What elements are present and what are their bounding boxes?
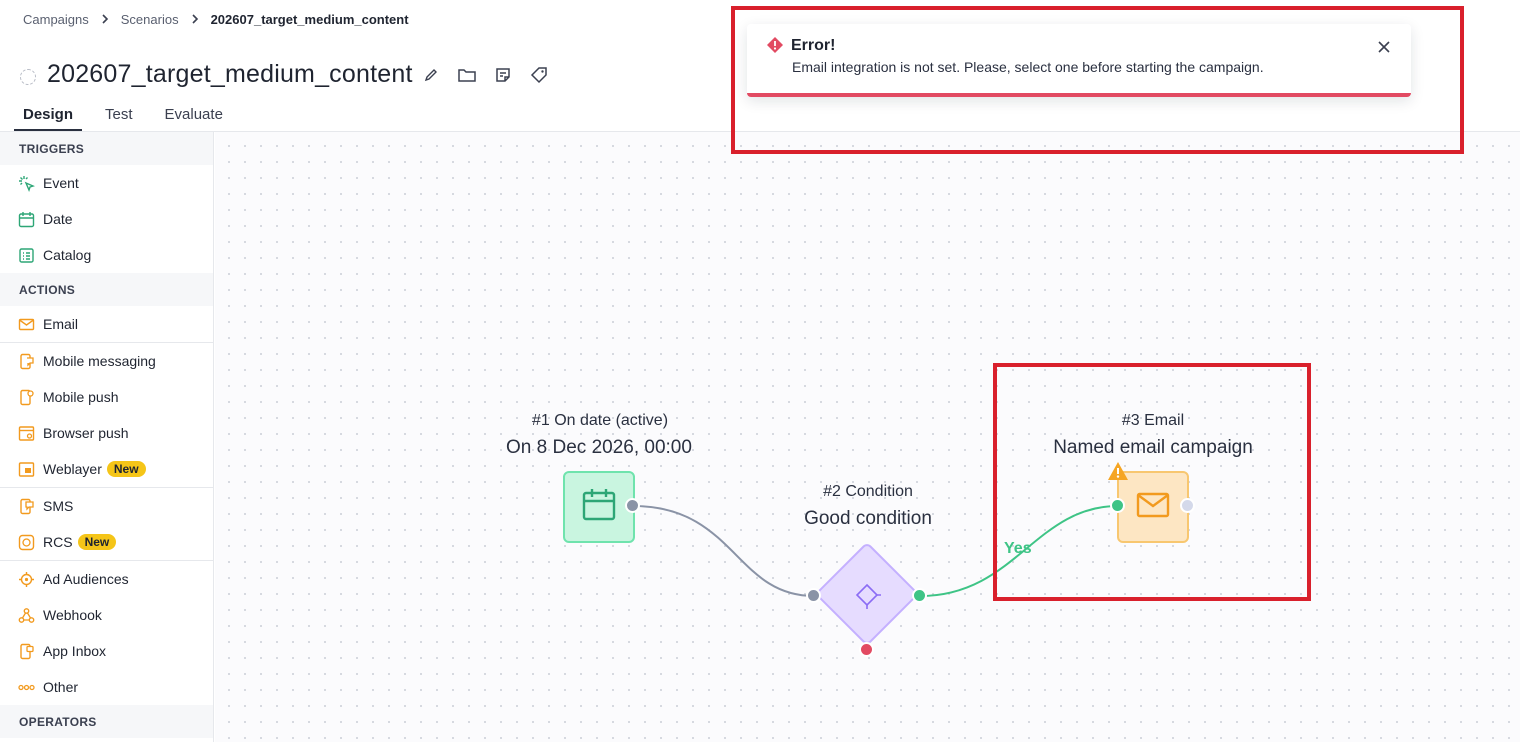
node-3-subtitle: Named email campaign: [1053, 437, 1253, 458]
node-3-input-port[interactable]: [1110, 498, 1125, 513]
note-icon[interactable]: [493, 65, 513, 85]
sidebar-item-mobile-push[interactable]: Mobile push: [0, 379, 213, 415]
tag-icon[interactable]: [529, 65, 549, 85]
section-actions: ACTIONS: [0, 273, 213, 306]
sidebar-item-label: RCS: [43, 534, 73, 550]
condition-icon: [853, 582, 881, 615]
new-badge: New: [77, 534, 117, 550]
title-actions: [421, 65, 549, 85]
node-2-yes-port[interactable]: [912, 588, 927, 603]
browser-push-icon: [18, 425, 35, 442]
status-icon: [20, 68, 36, 85]
tab-design[interactable]: Design: [14, 102, 83, 131]
other-icon: [18, 679, 35, 696]
mobile-push-icon: [18, 389, 35, 406]
node-1-title: #1 On date (active): [531, 412, 669, 429]
sidebar-item-ad-audiences[interactable]: Ad Audiences: [0, 561, 213, 597]
breadcrumb: Campaigns Scenarios 202607_target_medium…: [23, 12, 409, 27]
calendar-icon: [582, 488, 616, 527]
sidebar-item-browser-push[interactable]: Browser push: [0, 415, 213, 451]
tab-evaluate[interactable]: Evaluate: [156, 102, 232, 131]
sidebar-item-label: Webhook: [43, 607, 102, 623]
scenario-canvas[interactable]: #1 On date (active) On 8 Dec 2026, 00:00…: [215, 132, 1520, 742]
sidebar-item-label: SMS: [43, 498, 74, 514]
edge-yes-label: Yes: [1004, 540, 1032, 557]
node-2-input-port[interactable]: [806, 588, 821, 603]
warning-icon[interactable]: [1107, 461, 1129, 486]
sms-icon: [18, 498, 35, 515]
breadcrumb-current: 202607_target_medium_content: [210, 12, 409, 27]
pencil-icon[interactable]: [421, 65, 441, 85]
title-row: 202607_target_medium_content: [20, 60, 549, 89]
sidebar-item-label: Event: [43, 175, 79, 191]
sidebar-item-other[interactable]: Other: [0, 669, 213, 705]
section-operators: OPERATORS: [0, 705, 213, 738]
sidebar-item-webhook[interactable]: Webhook: [0, 597, 213, 633]
new-badge: New: [106, 461, 146, 477]
tab-bar: Design Test Evaluate: [14, 102, 246, 131]
sidebar-item-mobile-messaging[interactable]: Mobile messaging: [0, 343, 213, 379]
chevron-right-icon: [191, 12, 199, 27]
sidebar-item-label: Browser push: [43, 425, 129, 441]
webhook-icon: [18, 607, 35, 624]
breadcrumb-campaigns[interactable]: Campaigns: [23, 12, 89, 27]
sidebar-item-email[interactable]: Email: [0, 306, 213, 342]
calendar-icon: [18, 211, 35, 228]
node-1-output-port[interactable]: [625, 498, 640, 513]
section-triggers: TRIGGERS: [0, 132, 213, 165]
event-icon: [18, 175, 35, 192]
rcs-icon: [18, 534, 35, 551]
toast-message: Email integration is not set. Please, se…: [792, 59, 1264, 75]
ad-audiences-icon: [18, 571, 35, 588]
node-2-subtitle: Good condition: [804, 508, 932, 529]
page-title: 202607_target_medium_content: [47, 60, 413, 88]
node-1-subtitle: On 8 Dec 2026, 00:00: [506, 437, 692, 458]
sidebar-item-sms[interactable]: SMS: [0, 488, 213, 524]
toast-title: Error!: [791, 37, 836, 54]
node-3-output-port[interactable]: [1180, 498, 1195, 513]
sidebar-item-label: Mobile messaging: [43, 353, 156, 369]
node-3-title: #3 Email: [1121, 412, 1185, 429]
sidebar-item-label: Other: [43, 679, 79, 695]
node-2-no-port[interactable]: [859, 642, 874, 657]
close-icon[interactable]: [1375, 38, 1393, 56]
breadcrumb-scenarios[interactable]: Scenarios: [121, 12, 179, 27]
sidebar-item-label: Weblayer: [43, 461, 102, 477]
catalog-icon: [18, 247, 35, 264]
error-icon: [767, 37, 783, 58]
weblayer-icon: [18, 461, 35, 478]
sidebar-item-catalog[interactable]: Catalog: [0, 237, 213, 273]
email-icon: [1136, 491, 1170, 524]
mobile-messaging-icon: [18, 353, 35, 370]
sidebar-item-label: App Inbox: [43, 643, 107, 659]
error-toast: Error! Email integration is not set. Ple…: [747, 24, 1411, 97]
sidebar-item-label: Email: [43, 316, 79, 332]
sidebar: TRIGGERS Event Date Catalog ACTIONS Emai…: [0, 132, 214, 742]
sidebar-item-label: Ad Audiences: [43, 571, 129, 587]
chevron-right-icon: [101, 12, 109, 27]
node-2-title: #2 Condition: [823, 483, 913, 500]
sidebar-item-app-inbox[interactable]: App Inbox: [0, 633, 213, 669]
sidebar-item-label: Mobile push: [43, 389, 119, 405]
sidebar-item-event[interactable]: Event: [0, 165, 213, 201]
sidebar-item-label: Date: [43, 211, 73, 227]
sidebar-item-date[interactable]: Date: [0, 201, 213, 237]
email-icon: [18, 316, 35, 333]
toast-accent-bar: [747, 93, 1411, 97]
tab-test[interactable]: Test: [96, 102, 142, 131]
app-inbox-icon: [18, 643, 35, 660]
sidebar-item-label: Catalog: [43, 247, 92, 263]
sidebar-item-weblayer[interactable]: Weblayer New: [0, 451, 213, 487]
sidebar-item-rcs[interactable]: RCS New: [0, 524, 213, 560]
folder-icon[interactable]: [457, 65, 477, 85]
